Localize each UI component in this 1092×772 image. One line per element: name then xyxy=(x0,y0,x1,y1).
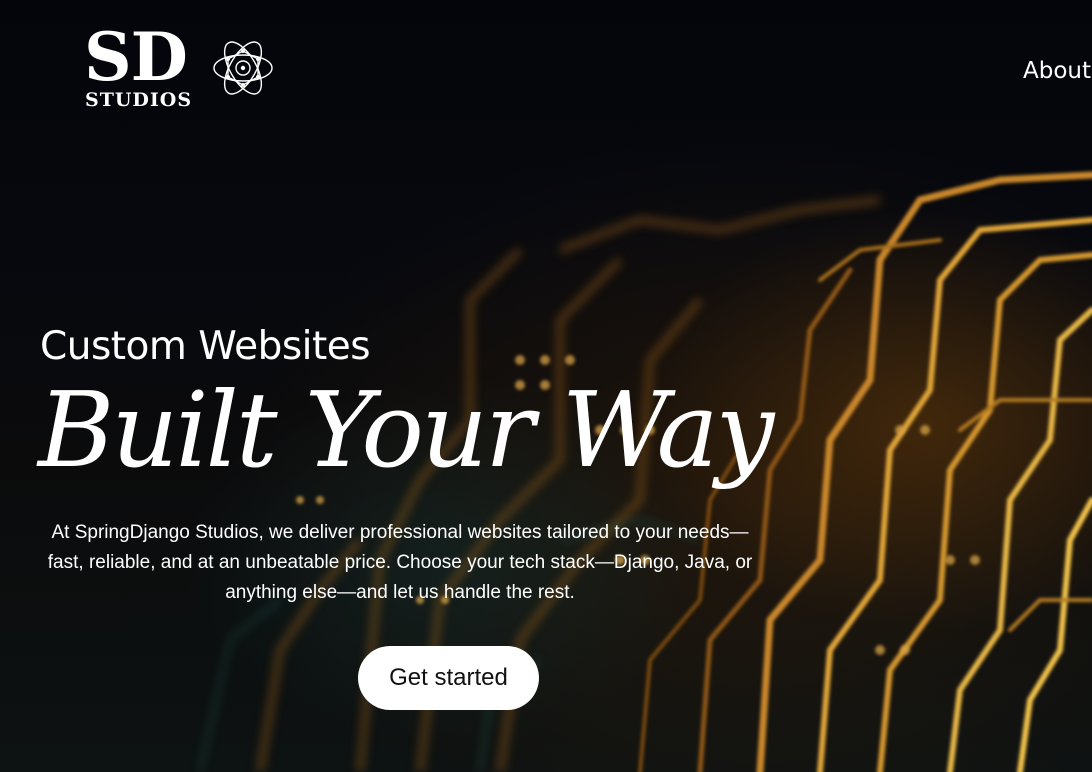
logo-subtitle: STUDIOS xyxy=(85,89,193,111)
nav-about-link[interactable]: About xyxy=(1023,57,1091,85)
logo-mark: SD xyxy=(84,18,188,96)
hero-description: At SpringDjango Studios, we deliver prof… xyxy=(47,522,753,603)
get-started-button[interactable]: Get started xyxy=(358,646,539,710)
atom-icon xyxy=(213,41,273,95)
brand-logo[interactable]: SD STUDIOS xyxy=(84,24,284,114)
hero-kicker: Custom Websites xyxy=(40,324,371,369)
hero-title: Built Your Way xyxy=(38,369,774,491)
